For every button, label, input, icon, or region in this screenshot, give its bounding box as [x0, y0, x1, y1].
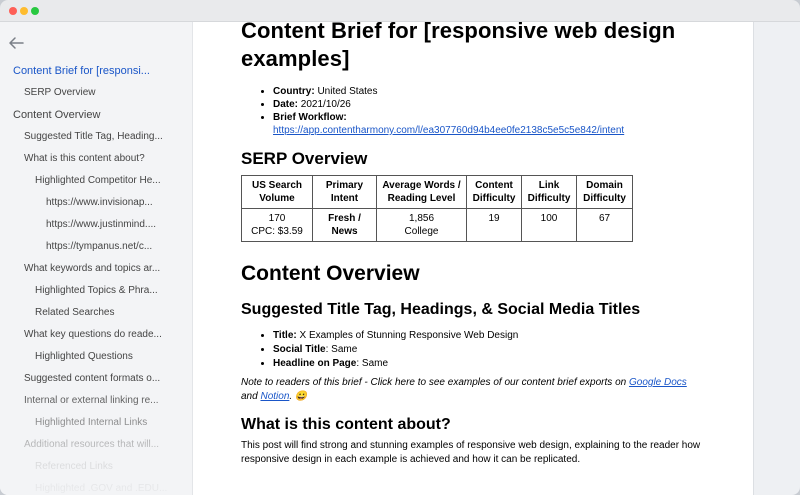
- suggested-titles-list: Title: X Examples of Stunning Responsive…: [241, 329, 741, 371]
- title-label: Title:: [273, 330, 297, 341]
- sidebar-item[interactable]: Highlighted Internal Links: [0, 412, 192, 434]
- list-item: Title: X Examples of Stunning Responsive…: [273, 329, 741, 343]
- sidebar-item[interactable]: Content Overview: [0, 104, 192, 126]
- country-value: United States: [317, 86, 378, 97]
- serp-table: US Search Volume Primary Intent Average …: [241, 175, 633, 242]
- serp-overview-heading: SERP Overview: [241, 149, 368, 168]
- sidebar-item[interactable]: Internal or external linking re...: [0, 390, 192, 412]
- cell-link-difficulty: 100: [521, 208, 577, 242]
- table-row: 170 CPC: $3.59 Fresh / News 1,856 College 1…: [241, 208, 633, 242]
- sidebar-item[interactable]: Highlighted .GOV and .EDU...: [0, 478, 192, 495]
- cell-intent: Fresh / News: [312, 208, 377, 242]
- sidebar-item[interactable]: Content Brief for [responsi...: [0, 60, 192, 82]
- notion-link[interactable]: Notion: [260, 391, 289, 402]
- header-content-difficulty: Content Difficulty: [466, 175, 522, 209]
- sidebar-item[interactable]: Highlighted Topics & Phra...: [0, 280, 192, 302]
- content-overview-heading: Content Overview: [241, 262, 420, 285]
- date-value: 2021/10/26: [300, 99, 351, 110]
- sidebar-item[interactable]: Highlighted Competitor He...: [0, 170, 192, 192]
- header-primary-intent: Primary Intent: [312, 175, 377, 209]
- workflow-label: Brief Workflow:: [273, 112, 347, 123]
- social-title-value: : Same: [325, 344, 358, 355]
- cell-domain-difficulty: 67: [576, 208, 633, 242]
- note-and: and: [241, 391, 258, 402]
- cpc-value: CPC: $3.59: [251, 226, 303, 237]
- suggested-titles-heading: Suggested Title Tag, Headings, & Social …: [241, 301, 641, 318]
- reading-level-value: College: [404, 226, 439, 237]
- words-value: 1,856: [408, 213, 435, 224]
- note-text: Note to readers of this brief - Click he…: [241, 377, 627, 388]
- title-bar: [0, 0, 800, 22]
- sidebar-item[interactable]: What is this content about?: [0, 148, 192, 170]
- header-search-volume: US Search Volume: [241, 175, 313, 209]
- sidebar-item[interactable]: Suggested content formats o...: [0, 368, 192, 390]
- list-item: Social Title: Same: [273, 343, 741, 357]
- meta-country: Country: United States: [273, 85, 741, 98]
- outline-list: Content Brief for [responsi... SERP Overv…: [0, 60, 192, 495]
- app-window: Content Brief for [responsi... SERP Overv…: [0, 0, 800, 495]
- header-link-difficulty: Link Difficulty: [521, 175, 577, 209]
- content-about-heading: What is this content about?: [241, 416, 451, 433]
- sidebar-item[interactable]: Additional resources that will...: [0, 434, 192, 456]
- close-window-button[interactable]: [9, 7, 17, 15]
- sidebar-item[interactable]: https://tympanus.net/c...: [0, 236, 192, 258]
- document-title: Content Brief for [responsive web design…: [241, 22, 676, 71]
- sidebar-item[interactable]: https://www.invisionap...: [0, 192, 192, 214]
- volume-value: 170: [268, 213, 286, 224]
- sidebar-item[interactable]: Highlighted Questions: [0, 346, 192, 368]
- zoom-window-button[interactable]: [31, 7, 39, 15]
- document-page: Content Brief for [responsive web design…: [193, 22, 753, 495]
- cell-volume: 170 CPC: $3.59: [241, 208, 313, 242]
- table-of-contents-sidebar: Content Brief for [responsi... SERP Overv…: [0, 22, 193, 495]
- intent-value-1: Fresh /: [328, 213, 361, 224]
- google-docs-link[interactable]: Google Docs: [629, 377, 687, 388]
- date-label: Date:: [273, 99, 299, 110]
- reader-note: Note to readers of this brief - Click he…: [241, 376, 741, 404]
- headline-value: : Same: [356, 358, 389, 369]
- brief-meta-list: Country: United States Date: 2021/10/26 …: [241, 85, 741, 137]
- sidebar-item[interactable]: SERP Overview: [0, 82, 192, 104]
- header-average-words: Average Words / Reading Level: [376, 175, 467, 209]
- sidebar-item[interactable]: https://www.justinmind....: [0, 214, 192, 236]
- sidebar-item[interactable]: Related Searches: [0, 302, 192, 324]
- sidebar-item[interactable]: What keywords and topics ar...: [0, 258, 192, 280]
- sidebar-item[interactable]: Suggested Title Tag, Heading...: [0, 126, 192, 148]
- document-area[interactable]: Content Brief for [responsive web design…: [193, 22, 800, 495]
- workflow-link[interactable]: https://app.contentharmony.com/l/ea30776…: [273, 125, 624, 136]
- meta-workflow: Brief Workflow: https://app.contentharmo…: [273, 111, 741, 137]
- header-domain-difficulty: Domain Difficulty: [576, 175, 633, 209]
- note-tail: . 😀: [289, 391, 308, 402]
- cell-words: 1,856 College: [376, 208, 467, 242]
- minimize-window-button[interactable]: [20, 7, 28, 15]
- meta-date: Date: 2021/10/26: [273, 98, 741, 111]
- content-about-paragraph: This post will find strong and stunning …: [241, 440, 701, 465]
- back-arrow-icon[interactable]: [8, 36, 24, 50]
- document-content: Content Brief for [responsive web design…: [241, 22, 741, 467]
- list-item: Headline on Page: Same: [273, 357, 741, 371]
- sidebar-item[interactable]: What key questions do reade...: [0, 324, 192, 346]
- sidebar-item[interactable]: Referenced Links: [0, 456, 192, 478]
- intent-value-2: News: [331, 226, 358, 237]
- cell-content-difficulty: 19: [466, 208, 522, 242]
- social-title-label: Social Title: [273, 344, 326, 355]
- headline-label: Headline on Page: [273, 358, 357, 369]
- country-label: Country:: [273, 86, 315, 97]
- title-value: X Examples of Stunning Responsive Web De…: [299, 330, 519, 341]
